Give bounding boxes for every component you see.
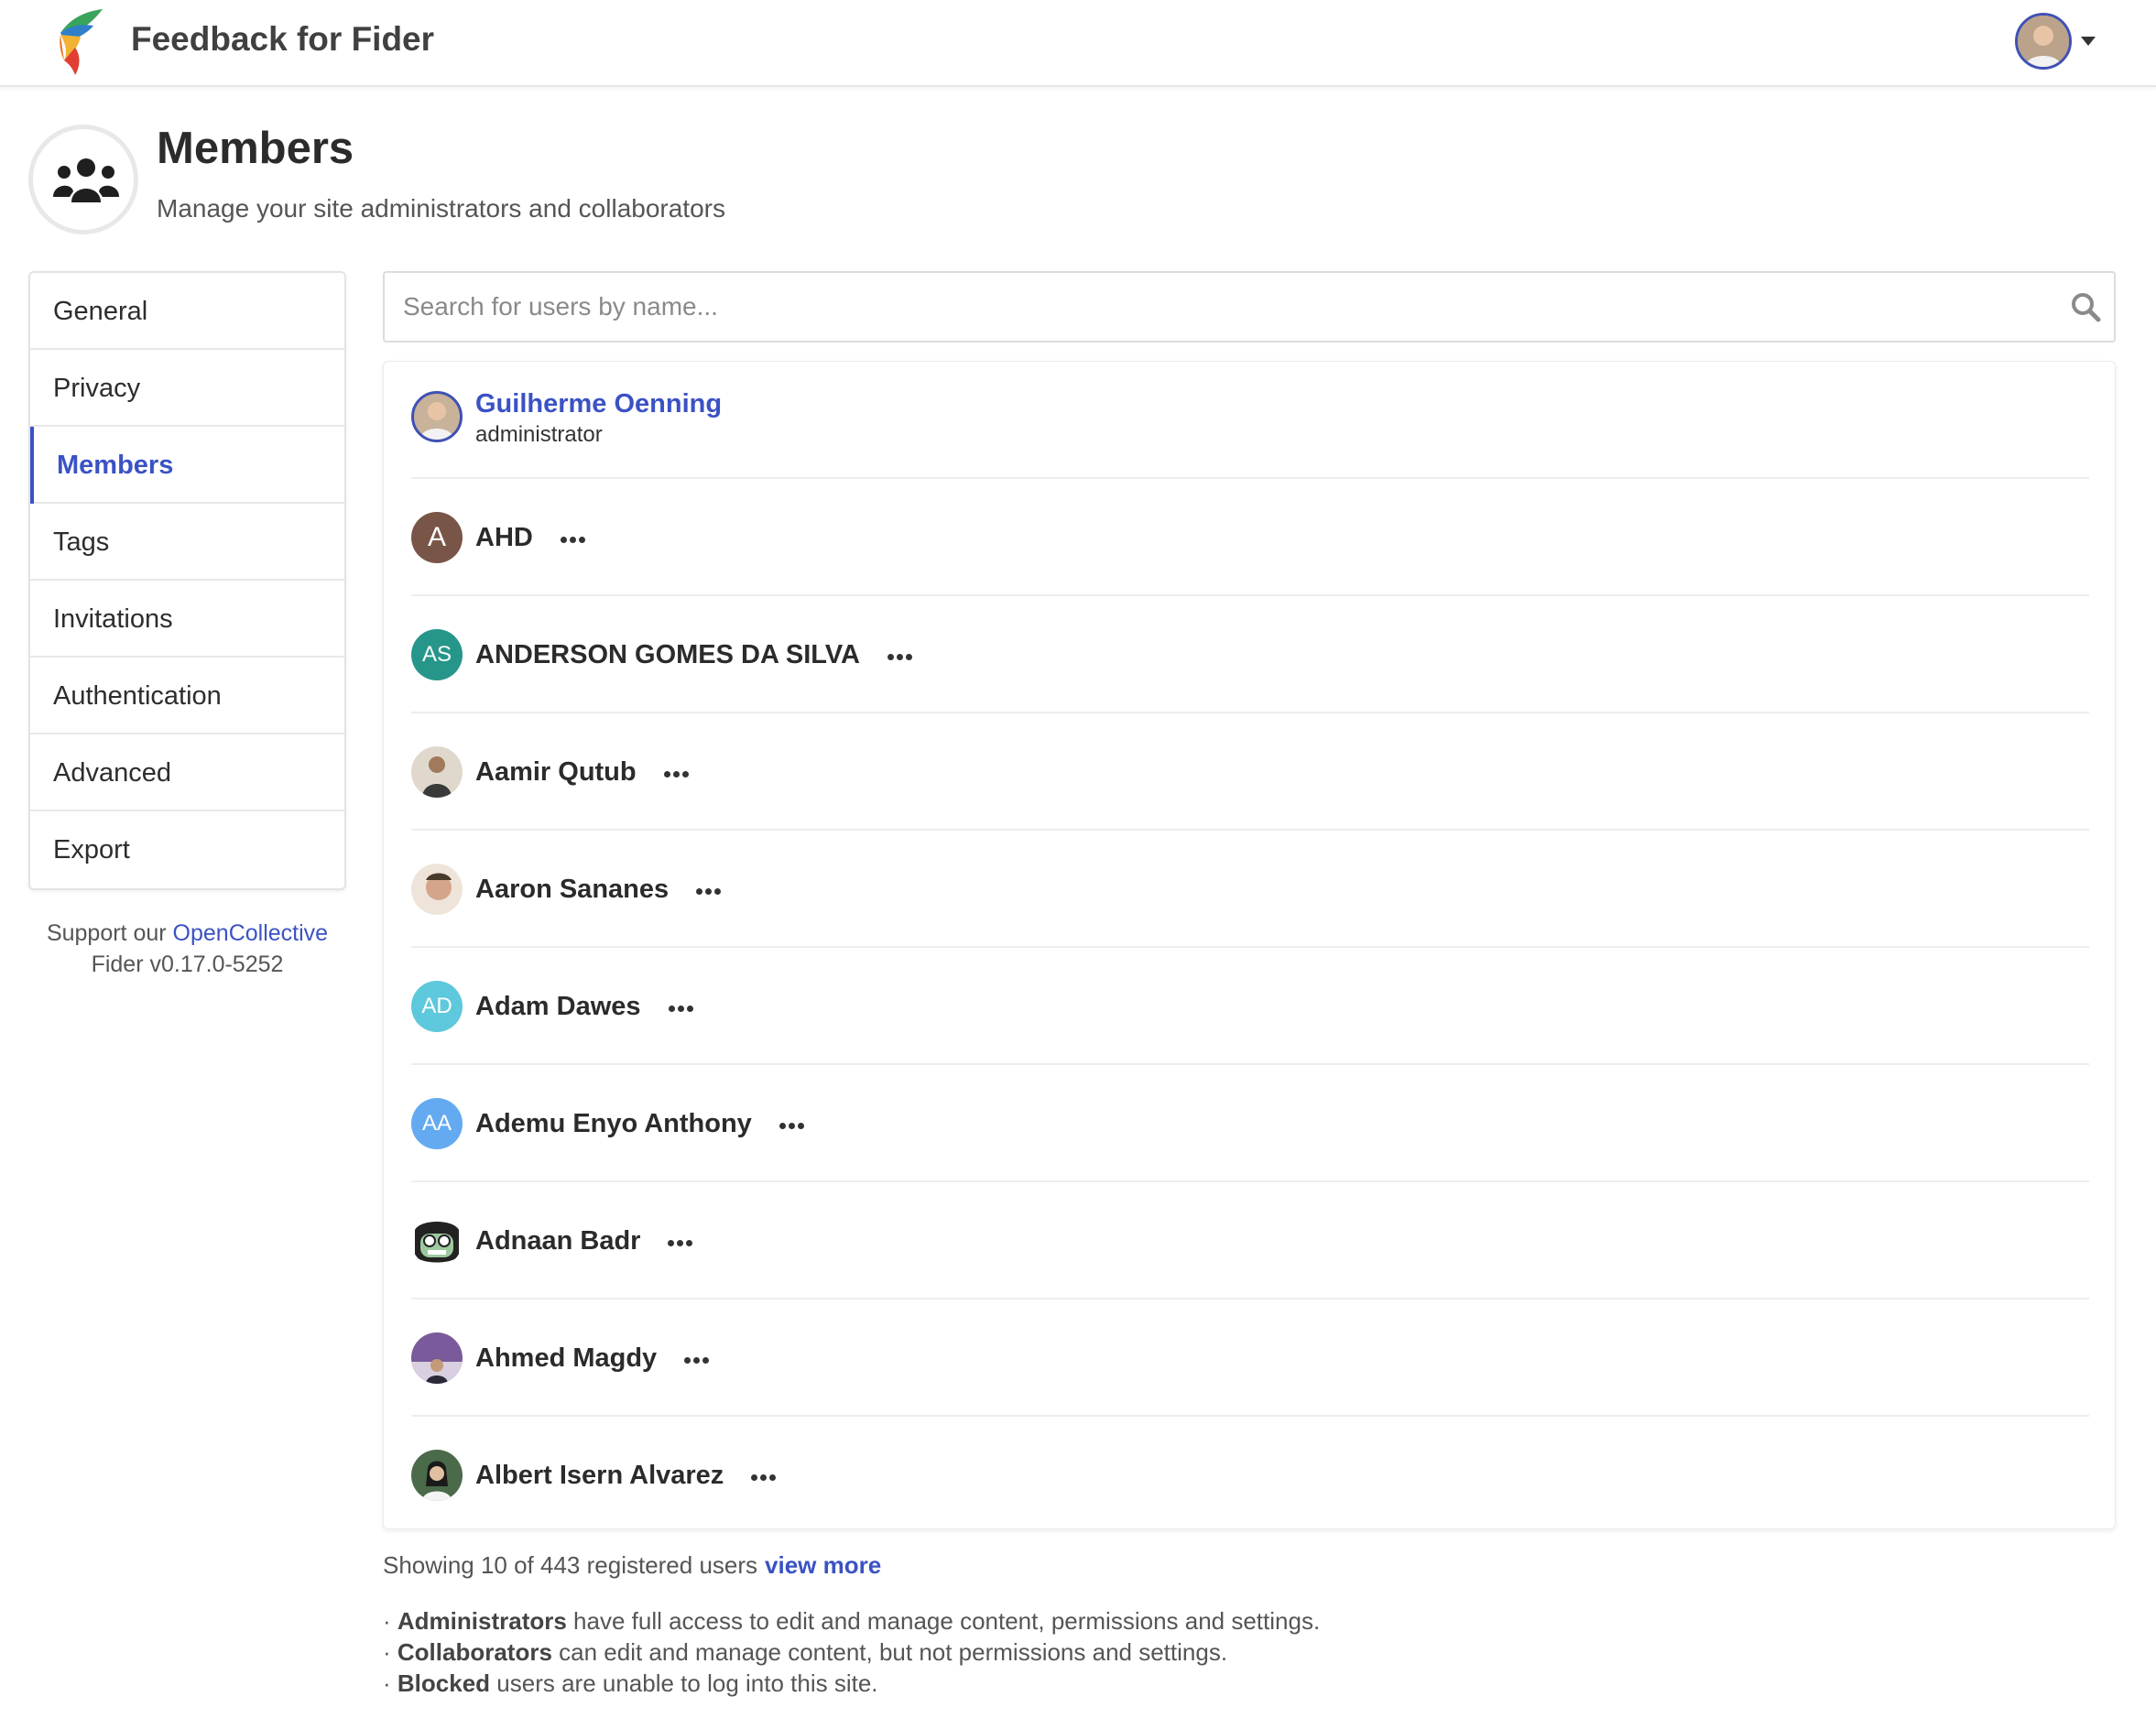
more-options-icon[interactable] [779,1108,807,1141]
user-photo-icon [426,873,452,900]
member-name-line: Ahmed Magdy [475,1342,712,1376]
member-row-albert-isern-alvarez: Albert Isern Alvarez [411,1417,2089,1534]
avatar [411,1450,463,1501]
member-row-adnaan-badr: Adnaan Badr [411,1182,2089,1299]
search-input[interactable] [385,273,2052,341]
member-row-ademu-enyo-anthony: AA Ademu Enyo Anthony [411,1065,2089,1182]
member-name-line: Aaron Sananes [475,873,724,907]
sidebar-item-authentication[interactable]: Authentication [30,658,344,734]
member-name[interactable]: Guilherme Oenning [475,387,722,420]
member-name-line: ANDERSON GOMES DA SILVA [475,638,915,672]
member-name-line: AHD [475,521,588,555]
search-icon[interactable] [2070,291,2101,322]
note-text: can edit and manage content, but not per… [551,1638,1228,1666]
more-options-icon[interactable] [684,1343,712,1376]
note-bold: Collaborators [397,1638,552,1666]
member-name: Aamir Qutub [475,757,637,787]
member-row-ahd: A AHD [411,479,2089,596]
members-page-icon [28,125,138,234]
avatar: AS [411,629,463,680]
avatar [411,1332,463,1384]
more-options-icon[interactable] [751,1460,779,1493]
search-box [383,271,2116,343]
member-name: Ademu Enyo Anthony [475,1109,752,1138]
note-collaborators: · Collaborators can edit and manage cont… [383,1638,1228,1666]
user-menu[interactable] [2015,13,2097,70]
sidebar-item-tags[interactable]: Tags [30,504,344,581]
user-avatar[interactable] [2015,13,2072,70]
avatar [411,1215,463,1267]
member-row-anderson-gomes-da-silva: AS ANDERSON GOMES DA SILVA [411,596,2089,713]
more-options-icon[interactable] [696,874,724,907]
fider-logo-icon[interactable] [53,7,104,76]
member-name-line: Ademu Enyo Anthony [475,1107,807,1141]
sidebar-item-export[interactable]: Export [30,811,344,888]
member-name-line: Adnaan Badr [475,1224,695,1258]
top-navbar: Feedback for Fider [0,0,2156,87]
more-options-icon[interactable] [668,1225,695,1258]
opencollective-link[interactable]: OpenCollective [173,920,329,946]
member-role: administrator [475,422,603,447]
note-bold: Administrators [397,1607,567,1635]
note-bold: Blocked [397,1669,491,1697]
user-photo-icon [422,756,452,798]
sidebar-footer: Support our OpenCollective Fider v0.17.0… [28,918,346,980]
chevron-down-icon[interactable] [2081,37,2096,46]
note-blocked: · Blocked users are unable to log into t… [383,1669,878,1697]
avatar: A [411,512,463,563]
member-row-guilherme-oenning: Guilherme Oenning administrator [411,362,2089,479]
member-name-line: Albert Isern Alvarez [475,1459,779,1493]
support-line: Support our OpenCollective [28,918,346,949]
sidebar-item-general[interactable]: General [30,273,344,350]
member-name-line: Adam Dawes [475,990,696,1024]
user-photo-icon [411,1359,463,1384]
user-photo-icon [2018,16,2069,67]
settings-sidebar: General Privacy Members Tags Invitations… [28,271,346,890]
member-row-aaron-sananes: Aaron Sananes [411,831,2089,948]
avatar: AD [411,981,463,1032]
user-photo-icon [422,1461,452,1501]
member-name: Adam Dawes [475,992,641,1021]
version-text: Fider v0.17.0-5252 [91,951,284,977]
user-photo-icon [419,402,454,440]
note-text: users are unable to log into this site. [490,1669,878,1697]
page-title: Members [157,124,354,173]
member-name: ANDERSON GOMES DA SILVA [475,640,860,669]
avatar [411,864,463,915]
members-list: Guilherme Oenning administrator A AHD AS… [383,361,2116,1529]
users-icon [53,158,119,202]
role-notes: · Administrators have full access to edi… [383,1605,1320,1699]
member-name-line: Aamir Qutub [475,756,691,789]
more-options-icon[interactable] [887,639,915,672]
avatar: AA [411,1098,463,1149]
sidebar-item-advanced[interactable]: Advanced [30,734,344,811]
more-options-icon[interactable] [560,522,588,555]
view-more-link[interactable]: view more [765,1551,881,1579]
member-row-aamir-qutub: Aamir Qutub [411,713,2089,831]
more-options-icon[interactable] [663,756,691,789]
site-title[interactable]: Feedback for Fider [131,18,434,60]
member-row-ahmed-magdy: Ahmed Magdy [411,1299,2089,1417]
sidebar-item-invitations[interactable]: Invitations [30,581,344,658]
note-administrators: · Administrators have full access to edi… [383,1607,1321,1635]
avatar [411,746,463,798]
member-row-adam-dawes: AD Adam Dawes [411,948,2089,1065]
member-name: Ahmed Magdy [475,1343,658,1373]
sidebar-item-members[interactable]: Members [30,427,344,504]
support-text: Support our [46,920,167,946]
member-name: Albert Isern Alvarez [475,1461,724,1490]
cartoon-face-icon [415,1222,459,1263]
member-name: AHD [475,523,533,552]
members-count-line: Showing 10 of 443 registered users view m… [383,1550,881,1581]
page-subtitle: Manage your site administrators and coll… [157,194,725,223]
note-text: have full access to edit and manage cont… [566,1607,1321,1635]
member-name: Aaron Sananes [475,875,670,904]
more-options-icon[interactable] [668,991,696,1024]
avatar [411,391,463,442]
sidebar-item-privacy[interactable]: Privacy [30,350,344,427]
member-name: Adnaan Badr [475,1226,641,1256]
members-count-text: Showing 10 of 443 registered users [383,1551,758,1579]
